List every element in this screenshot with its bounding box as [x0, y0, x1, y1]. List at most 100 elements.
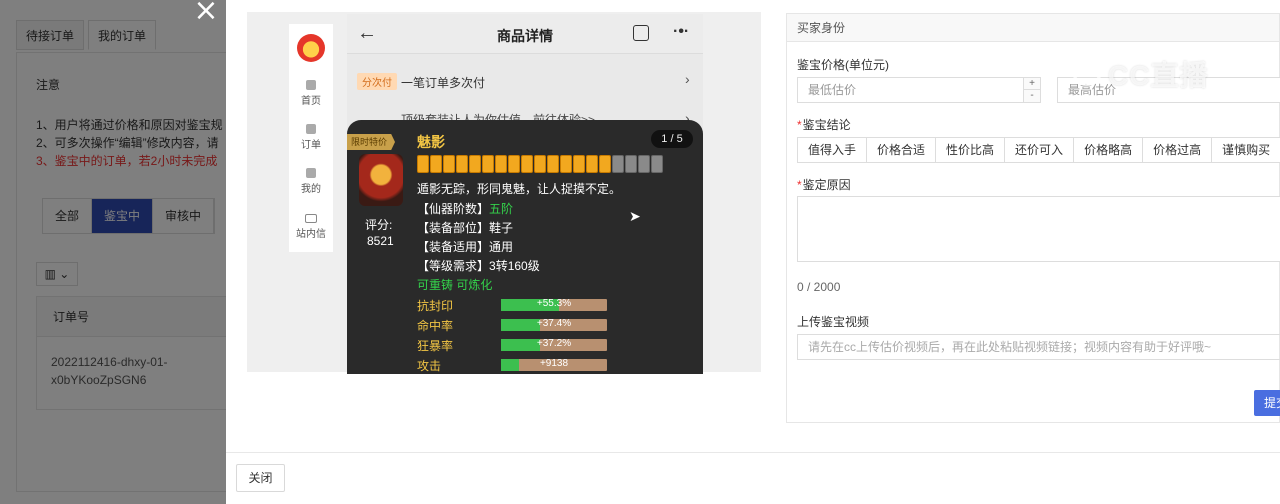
stat-value: +37.4%	[536, 318, 572, 329]
video-link-input[interactable]: 请先在cc上传估价视频后，再在此处粘贴视频链接；视频内容有助于好评哦~	[797, 334, 1280, 360]
attr-key: 【装备部位】	[417, 221, 490, 235]
score-label: 评分:	[365, 218, 393, 232]
star-icon	[495, 155, 507, 173]
verdict-option[interactable]: 价格过高	[1142, 137, 1213, 163]
stat-name: 抗封印	[417, 299, 454, 313]
attr-row: 【仙器阶数】五阶	[417, 200, 513, 217]
order-icon	[306, 124, 316, 134]
stat-value: +37.2%	[536, 338, 572, 349]
installment-text: 一笔订单多次付	[401, 76, 486, 90]
required-mark: *	[797, 178, 802, 192]
star-icon	[638, 155, 650, 173]
attr-row: 【等级需求】3转160级	[417, 257, 540, 274]
star-icon	[599, 155, 611, 173]
watermark-logo-icon	[1072, 56, 1102, 86]
stat-bar: +55.3%	[501, 298, 607, 311]
star-icon	[469, 155, 481, 173]
verdict-option[interactable]: 谨慎购买	[1211, 137, 1280, 163]
modal-footer: 关闭	[226, 452, 1280, 504]
attr-value: 3转160级	[489, 259, 540, 273]
char-counter: 0 / 2000	[797, 280, 841, 294]
star-icon	[417, 155, 429, 173]
star-icon	[560, 155, 572, 173]
attr-value: 鞋子	[489, 221, 514, 235]
chevron-right-icon: ›	[685, 71, 690, 87]
stat-name: 狂暴率	[417, 339, 454, 353]
app-logo-icon	[297, 34, 325, 62]
item-name: 魅影	[417, 134, 445, 150]
star-icon	[586, 155, 598, 173]
reason-label-text: 鉴定原因	[802, 178, 851, 192]
submit-button[interactable]: 提交	[1254, 390, 1280, 416]
item-banner: 限时特价	[347, 134, 396, 150]
attr-value: 通用	[489, 240, 514, 254]
enhance-stars	[417, 155, 679, 173]
verdict-option[interactable]: 价格略高	[1073, 137, 1144, 163]
verdict-option[interactable]: 值得入手	[797, 137, 868, 163]
star-icon	[482, 155, 494, 173]
nav-mine: 我的	[289, 168, 333, 195]
phone-title: 商品详情	[497, 28, 553, 44]
star-icon	[547, 155, 559, 173]
stat-value: +55.3%	[536, 298, 572, 309]
attr-key: 【装备适用】	[417, 240, 490, 254]
item-shoe-icon	[359, 154, 403, 206]
mail-icon	[305, 214, 317, 223]
required-mark: *	[797, 118, 802, 132]
stat-bar: +9138	[501, 358, 607, 371]
phone-screen: ← 商品详情 ·•· 分次付 一笔订单多次付 › 顶级套装让人为你估值，前往体验…	[347, 14, 703, 374]
close-button[interactable]: 关闭	[236, 464, 285, 492]
verdict-option[interactable]: 还价可入	[1004, 137, 1075, 163]
reason-textarea[interactable]	[797, 196, 1280, 262]
attr-row: 【装备部位】鞋子	[417, 219, 513, 236]
star-icon	[508, 155, 520, 173]
star-icon	[456, 155, 468, 173]
item-description: 遁影无踪，形同鬼魅，让人捉摸不定。	[417, 182, 622, 196]
verdict-options: 值得入手 价格合适 性价比高 还价可入 价格略高 价格过高 谨慎购买	[797, 137, 1280, 163]
stat-bar: +37.2%	[501, 338, 607, 351]
form-section-title: 买家身份	[787, 14, 1279, 42]
decrement-icon[interactable]: -	[1024, 90, 1040, 102]
star-icon	[430, 155, 442, 173]
min-price-stepper[interactable]: + -	[1023, 77, 1041, 103]
home-icon	[306, 80, 316, 90]
nav-orders-label: 订单	[301, 140, 321, 151]
star-icon	[521, 155, 533, 173]
nav-inbox: 站内信	[289, 214, 333, 240]
star-icon	[534, 155, 546, 173]
nav-mine-label: 我的	[301, 184, 321, 195]
stat-name: 攻击	[417, 359, 442, 373]
more-icon: ·•·	[673, 23, 690, 40]
increment-icon[interactable]: +	[1024, 78, 1040, 90]
verdict-option[interactable]: 价格合适	[866, 137, 937, 163]
close-icon[interactable]: ×	[191, 0, 221, 26]
reason-label: *鉴定原因	[797, 176, 851, 193]
stat-name: 命中率	[417, 319, 454, 333]
verdict-label: *鉴宝结论	[797, 116, 851, 133]
page-indicator: 1 / 5	[651, 130, 693, 148]
stat-row: 攻击 +9138	[417, 356, 617, 374]
attr-key: 【仙器阶数】	[417, 202, 490, 216]
star-icon	[625, 155, 637, 173]
attr-row: 【装备适用】通用	[417, 238, 513, 255]
star-icon	[573, 155, 585, 173]
verdict-option[interactable]: 性价比高	[935, 137, 1006, 163]
modal-overlay[interactable]	[0, 0, 226, 504]
nav-home-label: 首页	[301, 96, 321, 107]
min-price-input[interactable]: 最低估价	[797, 77, 1033, 103]
share-icon	[633, 25, 649, 41]
star-icon	[651, 155, 663, 173]
installment-tag: 分次付	[357, 73, 397, 90]
installment-row: 分次付 一笔订单多次付 ›	[347, 69, 703, 97]
nav-inbox-label: 站内信	[296, 229, 326, 240]
score-value: 8521	[367, 234, 394, 248]
stat-row: 狂暴率 +37.2%	[417, 336, 617, 354]
verdict-label-text: 鉴宝结论	[802, 118, 851, 132]
watermark: CC直播	[1108, 60, 1209, 91]
star-icon	[612, 155, 624, 173]
stat-value: +9138	[539, 358, 569, 369]
nav-home: 首页	[289, 80, 333, 107]
star-icon	[443, 155, 455, 173]
phone-header: ← 商品详情 ·•·	[347, 14, 703, 54]
product-screenshot: 首页 订单 我的 站内信 ← 商品详情 ·•· 分次付 一笔订单多次付 › 顶级…	[247, 12, 761, 374]
